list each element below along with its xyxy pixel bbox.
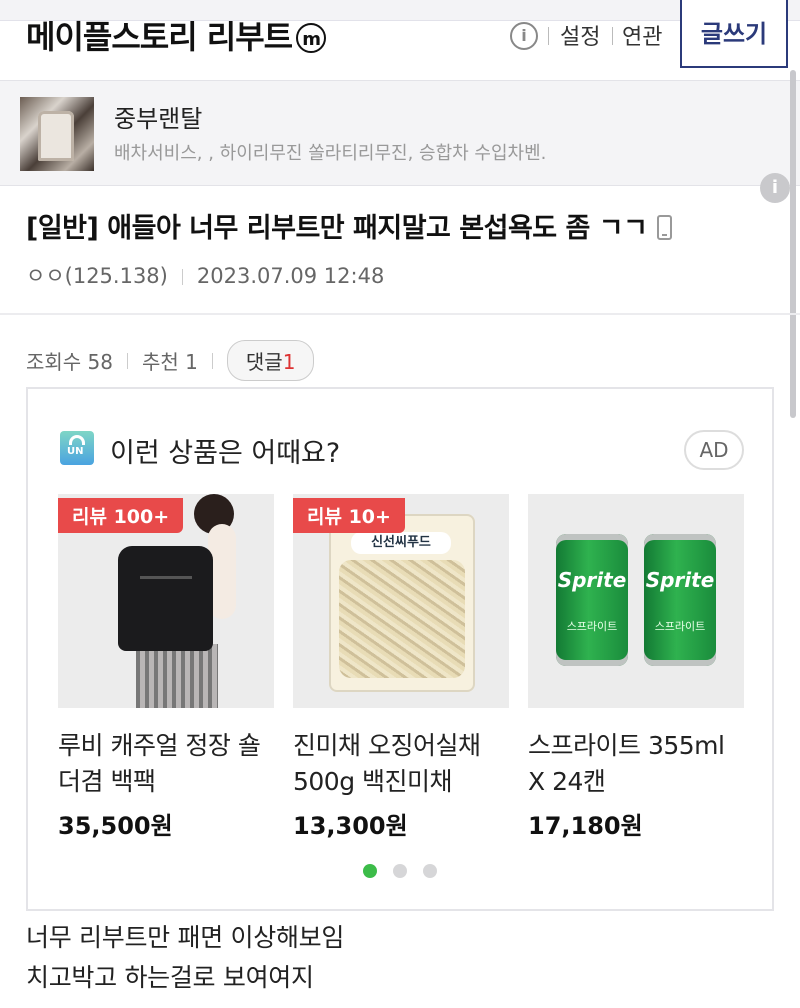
post-body-line: 치고박고 하는걸로 보여여지 <box>26 963 314 992</box>
package-label: 신선씨푸드 <box>351 532 451 554</box>
post-body-line: 너무 리부트만 패면 이상해보임 <box>26 923 345 952</box>
comments-button[interactable]: 댓글1 <box>226 340 315 381</box>
product-image[interactable]: Sprite 스프라이트 Sprite 스프라이트 <box>528 494 744 708</box>
product-price: 13,300원 <box>293 812 408 840</box>
shopping-bag-icon <box>60 431 94 465</box>
product-price: 17,180원 <box>528 812 643 840</box>
ad-info-icon[interactable]: i <box>760 173 790 203</box>
review-badge: 리뷰 100+ <box>58 498 184 533</box>
ad-thumbnail <box>20 97 94 171</box>
post-title: [일반] 애들아 너무 리부트만 패지말고 본섭욕도 좀 ㄱㄱ <box>26 206 673 245</box>
divider <box>548 27 549 45</box>
can-subtext: 스프라이트 <box>566 620 618 633</box>
carousel-dot[interactable] <box>393 864 407 878</box>
recommend-title: 이런 상품은 어때요? <box>110 438 341 469</box>
gallery-title[interactable]: 메이플스토리 리부트 m <box>26 12 327 58</box>
product-name[interactable]: 루비 캐주얼 정장 숄더겸 백팩 <box>58 728 274 800</box>
related-link[interactable]: 연관 <box>622 19 662 51</box>
soda-can: Sprite 스프라이트 <box>556 534 628 666</box>
post-meta: ㅇㅇ(125.138) 2023.07.09 12:48 <box>26 260 384 290</box>
soda-can: Sprite 스프라이트 <box>644 534 716 666</box>
review-badge: 리뷰 10+ <box>293 498 405 533</box>
section-divider <box>0 313 800 315</box>
view-count: 조회수 58 <box>26 350 114 374</box>
product-card[interactable]: 신선씨푸드 리뷰 10+ 진미채 오징어실채 500g 백진미채 13,300원 <box>293 494 509 841</box>
scrollbar[interactable] <box>790 70 796 418</box>
post-author[interactable]: ㅇㅇ(125.138) <box>26 264 168 288</box>
product-name[interactable]: 스프라이트 355ml X 24캔 <box>528 728 744 800</box>
recommend-count: 추천 1 <box>142 350 198 374</box>
product-card[interactable]: 리뷰 100+ 루비 캐주얼 정장 숄더겸 백팩 35,500원 <box>58 494 274 841</box>
can-brand: Sprite <box>557 568 627 592</box>
carousel-dot-active[interactable] <box>363 864 377 878</box>
carousel-dots <box>28 863 772 882</box>
product-recommendations: 이런 상품은 어때요? AD 리뷰 100+ 루비 캐주얼 정장 숄더겸 백팩 … <box>26 387 774 911</box>
comments-label: 댓글 <box>245 350 283 374</box>
mobile-icon <box>657 215 673 240</box>
carousel-dot[interactable] <box>423 864 437 878</box>
ad-banner[interactable]: 중부랜탈 배차서비스, , 하이리무진 쏠라티리무진, 승합차 수입차벤. i <box>0 80 800 203</box>
product-name[interactable]: 진미채 오징어실채 500g 백진미채 <box>293 728 509 800</box>
product-price: 35,500원 <box>58 812 173 840</box>
product-image[interactable]: 신선씨푸드 리뷰 10+ <box>293 494 509 708</box>
comments-count: 1 <box>282 350 296 374</box>
post-date: 2023.07.09 12:48 <box>196 264 385 288</box>
post-stats: 조회수 58 추천 1 댓글1 <box>26 340 315 381</box>
ad-label[interactable]: AD <box>684 430 744 470</box>
product-card[interactable]: Sprite 스프라이트 Sprite 스프라이트 스프라이트 355ml X … <box>528 494 744 841</box>
ad-name: 중부랜탈 <box>114 105 203 133</box>
divider <box>612 27 613 45</box>
gallery-title-text: 메이플스토리 리부트 <box>26 18 293 56</box>
minor-gallery-icon: m <box>296 23 327 53</box>
write-post-button[interactable]: 글쓰기 <box>680 0 788 68</box>
gallery-header: 메이플스토리 리부트 m i 설정 연관 글쓰기 <box>0 0 800 80</box>
product-image[interactable]: 리뷰 100+ <box>58 494 274 708</box>
can-subtext: 스프라이트 <box>654 620 706 633</box>
post-title-text: [일반] 애들아 너무 리부트만 패지말고 본섭욕도 좀 ㄱㄱ <box>26 213 648 244</box>
settings-link[interactable]: 설정 <box>560 19 600 51</box>
can-brand: Sprite <box>645 568 715 592</box>
ad-description: 배차서비스, , 하이리무진 쏠라티리무진, 승합차 수입차벤. <box>114 143 547 164</box>
info-icon[interactable]: i <box>510 22 538 50</box>
